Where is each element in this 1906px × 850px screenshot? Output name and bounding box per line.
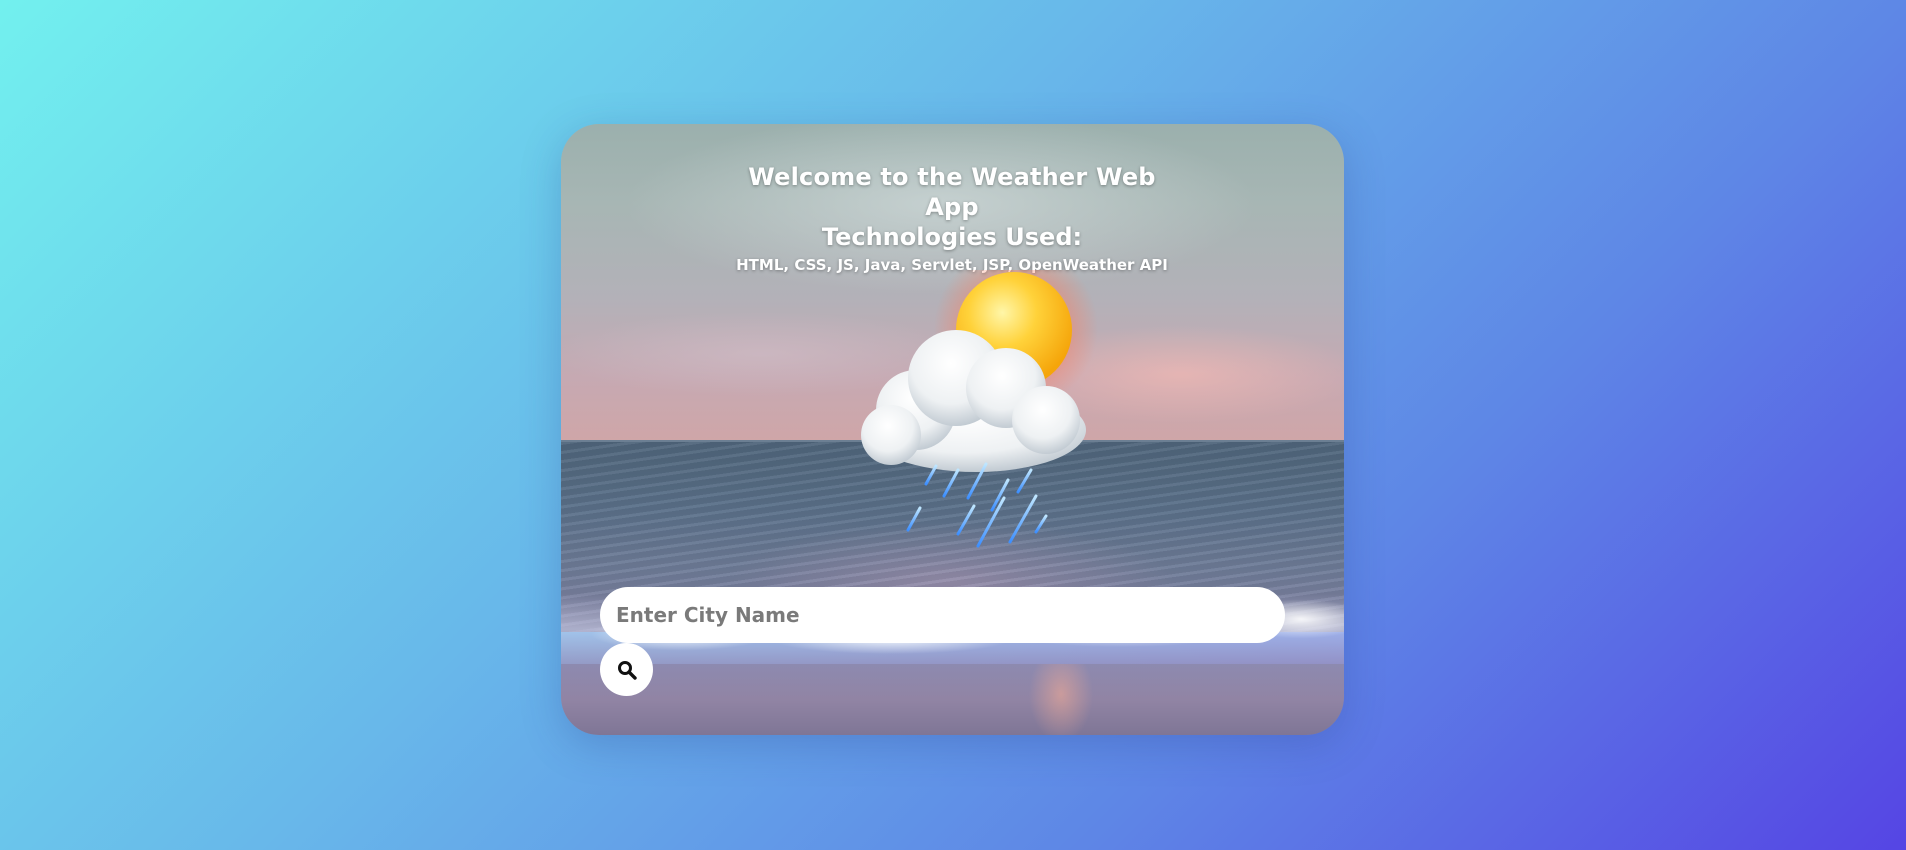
weather-card: Welcome to the Weather Web App Technolog… <box>561 124 1344 735</box>
sand-background <box>561 664 1344 735</box>
city-search-input[interactable] <box>600 587 1285 643</box>
technologies-heading: Technologies Used: <box>821 223 1083 251</box>
welcome-header: Welcome to the Weather Web App Technolog… <box>561 162 1344 276</box>
page-title: Welcome to the Weather Web App <box>748 163 1156 221</box>
rain-drops <box>906 462 1048 548</box>
sun-cloud-rain-icon <box>861 270 1098 548</box>
search-button[interactable] <box>600 643 653 696</box>
search-icon <box>617 660 637 680</box>
